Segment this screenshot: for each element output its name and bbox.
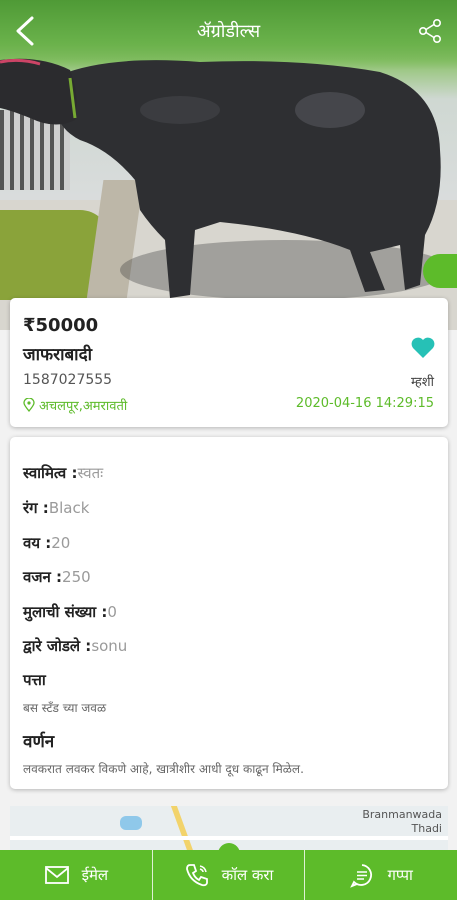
back-chevron-icon[interactable] [8, 12, 42, 50]
location-pin-icon [23, 398, 35, 412]
detail-children-value: 0 [107, 603, 117, 621]
call-button-label: कॉल करा [221, 866, 274, 884]
detail-color: रंग :Black [23, 498, 89, 518]
detail-color-label: रंग : [23, 499, 49, 517]
detail-added-by: द्वारे जोडले :sonu [23, 636, 127, 656]
listing-price: ₹50000 [23, 315, 99, 336]
description-heading: वर्णन [23, 732, 55, 752]
email-button[interactable]: ईमेल [0, 850, 152, 900]
page-title: ॲग्रोडील्स [196, 21, 261, 42]
listing-date: 2020-04-16 14:29:15 [295, 396, 434, 411]
photo-pager-tab[interactable] [423, 254, 457, 288]
map-road [170, 806, 196, 856]
map-road [10, 836, 448, 840]
map-place-label: Branmanwada Thadi [362, 808, 442, 836]
phone-icon [185, 864, 208, 887]
bottom-action-bar: ईमेल कॉल करा गप्पा [0, 850, 457, 900]
detail-weight: वजन :250 [23, 567, 91, 587]
detail-added-by-value: sonu [91, 637, 128, 655]
listing-phone: 1587027555 [23, 372, 113, 388]
address-heading: पत्ता [23, 671, 46, 689]
listing-summary-card: ₹50000 जाफराबादी 1587027555 अचलपूर,अमराव… [10, 298, 448, 427]
detail-children: मुलाची संख्या :0 [23, 602, 117, 622]
location-text: अचलपूर,अमरावती [39, 399, 128, 414]
detail-weight-value: 250 [62, 568, 91, 586]
share-icon[interactable] [417, 18, 443, 44]
listing-location: अचलपूर,अमरावती [23, 396, 127, 414]
top-app-bar: ॲग्रोडील्स [0, 0, 457, 62]
map-place-label-2: Thadi [411, 822, 442, 835]
heart-icon[interactable] [410, 336, 436, 360]
detail-added-by-label: द्वारे जोडले : [23, 637, 92, 655]
listing-category: म्हशी [410, 375, 434, 390]
detail-age: वय :20 [23, 533, 70, 553]
detail-children-label: मुलाची संख्या : [23, 603, 108, 621]
map-water [120, 816, 142, 830]
chat-button-label: गप्पा [387, 866, 413, 884]
detail-ownership: स्वामित्व :स्वतः [23, 463, 103, 483]
listing-details-card: स्वामित्व :स्वतः रंग :Black वय :20 वजन :… [10, 437, 448, 789]
detail-color-value: Black [48, 499, 90, 517]
email-button-label: ईमेल [81, 866, 109, 884]
map-place-label-1: Branmanwada [362, 808, 442, 821]
detail-ownership-label: स्वामित्व : [23, 464, 78, 482]
chat-button[interactable]: गप्पा [304, 850, 457, 900]
description-text: लवकरात लवकर विकणे आहे, खात्रीशीर आधी दूध… [23, 762, 304, 776]
mail-icon [44, 866, 69, 884]
detail-weight-label: वजन : [23, 568, 63, 586]
detail-ownership-value: स्वतः [77, 464, 104, 482]
listing-breed: जाफराबादी [23, 345, 93, 365]
detail-age-value: 20 [51, 534, 71, 552]
address-text: बस स्टँड च्या जवळ [23, 701, 107, 715]
call-button[interactable]: कॉल करा [151, 850, 305, 900]
chat-icon [350, 864, 373, 888]
detail-age-label: वय : [23, 534, 52, 552]
